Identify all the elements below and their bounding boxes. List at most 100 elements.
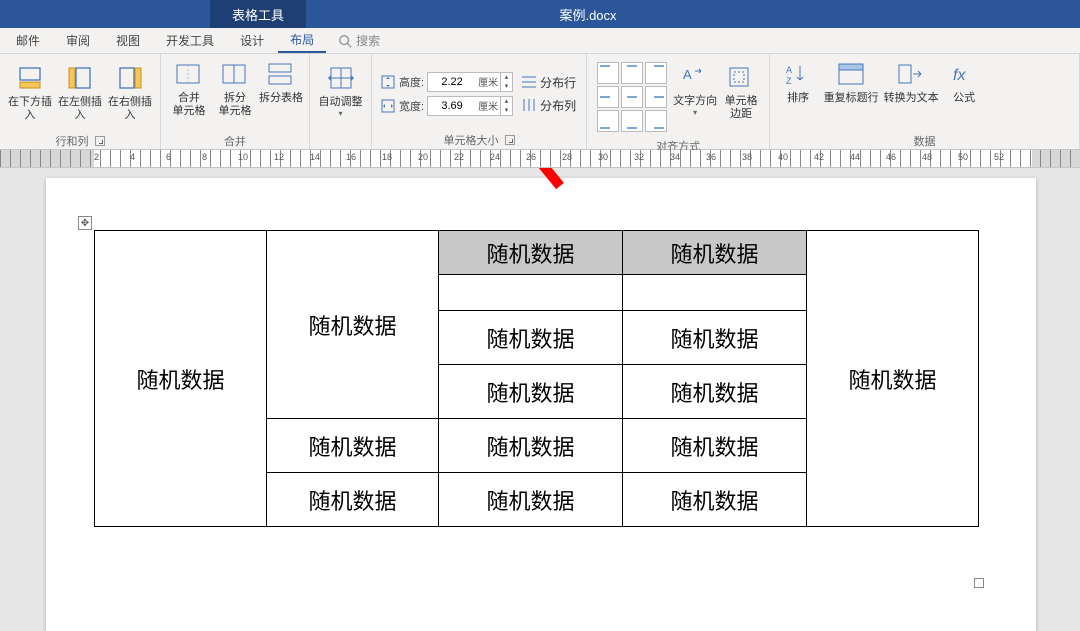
search-label: 搜索 (356, 32, 380, 49)
svg-text:A: A (683, 67, 692, 82)
table-move-handle[interactable]: ✥ (78, 216, 92, 230)
document-area[interactable]: ✥ 随机数据随机数据随机数据随机数据随机数据随机数据随机数据随机数据随机数据随机… (0, 168, 1080, 631)
height-up[interactable]: ▴ (500, 73, 512, 82)
title-bar: 表格工具 案例.docx (0, 0, 1080, 28)
search-icon (338, 34, 352, 48)
chevron-down-icon: ▾ (338, 109, 342, 119)
split-table-icon (267, 62, 295, 90)
insert-below-icon (14, 62, 46, 94)
page: ✥ 随机数据随机数据随机数据随机数据随机数据随机数据随机数据随机数据随机数据随机… (46, 178, 1036, 631)
distribute-cols-icon (521, 98, 537, 112)
distribute-rows-button[interactable]: 分布行 (521, 74, 576, 91)
height-down[interactable]: ▾ (500, 82, 512, 91)
cell-margins-button[interactable]: 单元格 边距 (719, 61, 763, 133)
insert-right-icon (114, 62, 146, 94)
table-cell[interactable]: 随机数据 (95, 231, 267, 527)
split-cells-button[interactable]: 拆分 单元格 (213, 58, 257, 130)
col-width-icon (380, 98, 396, 114)
table-cell[interactable]: 随机数据 (623, 231, 807, 275)
insert-below-button[interactable]: 在下方插入 (6, 58, 54, 130)
table-cell[interactable]: 随机数据 (439, 365, 623, 419)
split-table-button[interactable]: 拆分表格 (259, 58, 303, 130)
group-data: AZ 排序 重复标题行 转换为文本 fx 公式 数据 (770, 54, 1080, 149)
split-cells-icon (221, 62, 249, 90)
convert-to-text-icon (897, 62, 925, 90)
tab-developer[interactable]: 开发工具 (154, 29, 226, 52)
align-top-center[interactable] (621, 62, 643, 84)
height-input[interactable] (428, 76, 476, 88)
align-middle-center[interactable] (621, 86, 643, 108)
autofit-button[interactable]: 自动调整 ▾ (317, 58, 365, 130)
table-cell[interactable]: 随机数据 (623, 473, 807, 527)
width-input[interactable] (428, 100, 476, 112)
table-cell[interactable]: 随机数据 (623, 365, 807, 419)
table-cell[interactable] (623, 275, 807, 311)
table-cell[interactable]: 随机数据 (623, 311, 807, 365)
search-box[interactable]: 搜索 (338, 32, 380, 49)
distribute-rows-icon (521, 75, 537, 89)
tab-review[interactable]: 审阅 (54, 29, 102, 52)
table-cell[interactable]: 随机数据 (439, 473, 623, 527)
menu-bar: 邮件 审阅 视图 开发工具 设计 布局 搜索 (0, 28, 1080, 54)
width-spinner[interactable]: 厘米 ▴▾ (427, 96, 513, 116)
align-middle-right[interactable] (645, 86, 667, 108)
repeat-header-button[interactable]: 重复标题行 (822, 58, 880, 130)
tab-layout[interactable]: 布局 (278, 28, 326, 53)
distribute-cols-button[interactable]: 分布列 (521, 97, 576, 114)
document-table[interactable]: 随机数据随机数据随机数据随机数据随机数据随机数据随机数据随机数据随机数据随机数据… (94, 230, 979, 527)
merge-cells-icon (175, 62, 203, 90)
formula-icon: fx (950, 62, 978, 90)
table-cell[interactable]: 随机数据 (267, 419, 439, 473)
align-bottom-center[interactable] (621, 110, 643, 132)
tab-design[interactable]: 设计 (228, 29, 276, 52)
sort-icon: AZ (784, 62, 812, 90)
table-cell[interactable]: 随机数据 (807, 231, 979, 527)
group-merge: 合并 单元格 拆分 单元格 拆分表格 合并 (161, 54, 310, 149)
svg-text:A: A (786, 65, 792, 75)
text-direction-icon: A (681, 65, 709, 93)
sort-button[interactable]: AZ 排序 (776, 58, 820, 130)
height-spinner[interactable]: 厘米 ▴▾ (427, 72, 513, 92)
group-cell-size: 高度: 厘米 ▴▾ 宽度: 厘米 ▴▾ (372, 54, 587, 149)
table-resize-handle[interactable] (974, 578, 984, 588)
autofit-icon (325, 62, 357, 94)
insert-left-button[interactable]: 在左侧插入 (56, 58, 104, 130)
merge-cells-button[interactable]: 合并 单元格 (167, 58, 211, 130)
table-cell[interactable]: 随机数据 (623, 419, 807, 473)
width-up[interactable]: ▴ (500, 97, 512, 106)
context-tab-table-tools[interactable]: 表格工具 (210, 0, 306, 28)
convert-to-text-button[interactable]: 转换为文本 (882, 58, 940, 130)
table-cell[interactable]: 随机数据 (439, 231, 623, 275)
height-label: 高度: (399, 74, 424, 90)
align-bottom-right[interactable] (645, 110, 667, 132)
insert-right-button[interactable]: 在右侧插入 (106, 58, 154, 130)
cell-size-dialog-launcher[interactable] (505, 135, 515, 145)
tab-mail[interactable]: 邮件 (4, 29, 52, 52)
width-down[interactable]: ▾ (500, 106, 512, 115)
rows-cols-dialog-launcher[interactable] (95, 136, 105, 146)
svg-text:Z: Z (786, 76, 792, 86)
svg-text:fx: fx (953, 67, 966, 84)
formula-button[interactable]: fx 公式 (942, 58, 986, 130)
table-cell[interactable]: 随机数据 (267, 473, 439, 527)
group-autofit: 自动调整 ▾ (310, 54, 372, 149)
tab-view[interactable]: 视图 (104, 29, 152, 52)
chevron-down-icon: ▾ (693, 108, 697, 117)
table-cell[interactable]: 随机数据 (439, 419, 623, 473)
table-cell[interactable] (439, 275, 623, 311)
table-cell[interactable]: 随机数据 (439, 311, 623, 365)
cell-margins-icon (727, 65, 755, 93)
ribbon: 在下方插入 在左侧插入 在右侧插入 行和列 合并 单元格 拆分 单元格 (0, 54, 1080, 150)
text-direction-button[interactable]: A 文字方向 ▾ (673, 61, 717, 133)
alignment-grid (593, 58, 671, 136)
align-top-right[interactable] (645, 62, 667, 84)
group-alignment: A 文字方向 ▾ 单元格 边距 对齐方式 (587, 54, 770, 149)
align-middle-left[interactable] (597, 86, 619, 108)
horizontal-ruler[interactable]: 2468101214161820222426283032343638404244… (0, 150, 1080, 168)
group-rows-cols: 在下方插入 在左侧插入 在右侧插入 行和列 (0, 54, 161, 149)
width-label: 宽度: (399, 98, 424, 114)
align-top-left[interactable] (597, 62, 619, 84)
align-bottom-left[interactable] (597, 110, 619, 132)
table-cell[interactable]: 随机数据 (267, 231, 439, 419)
row-height-icon (380, 74, 396, 90)
